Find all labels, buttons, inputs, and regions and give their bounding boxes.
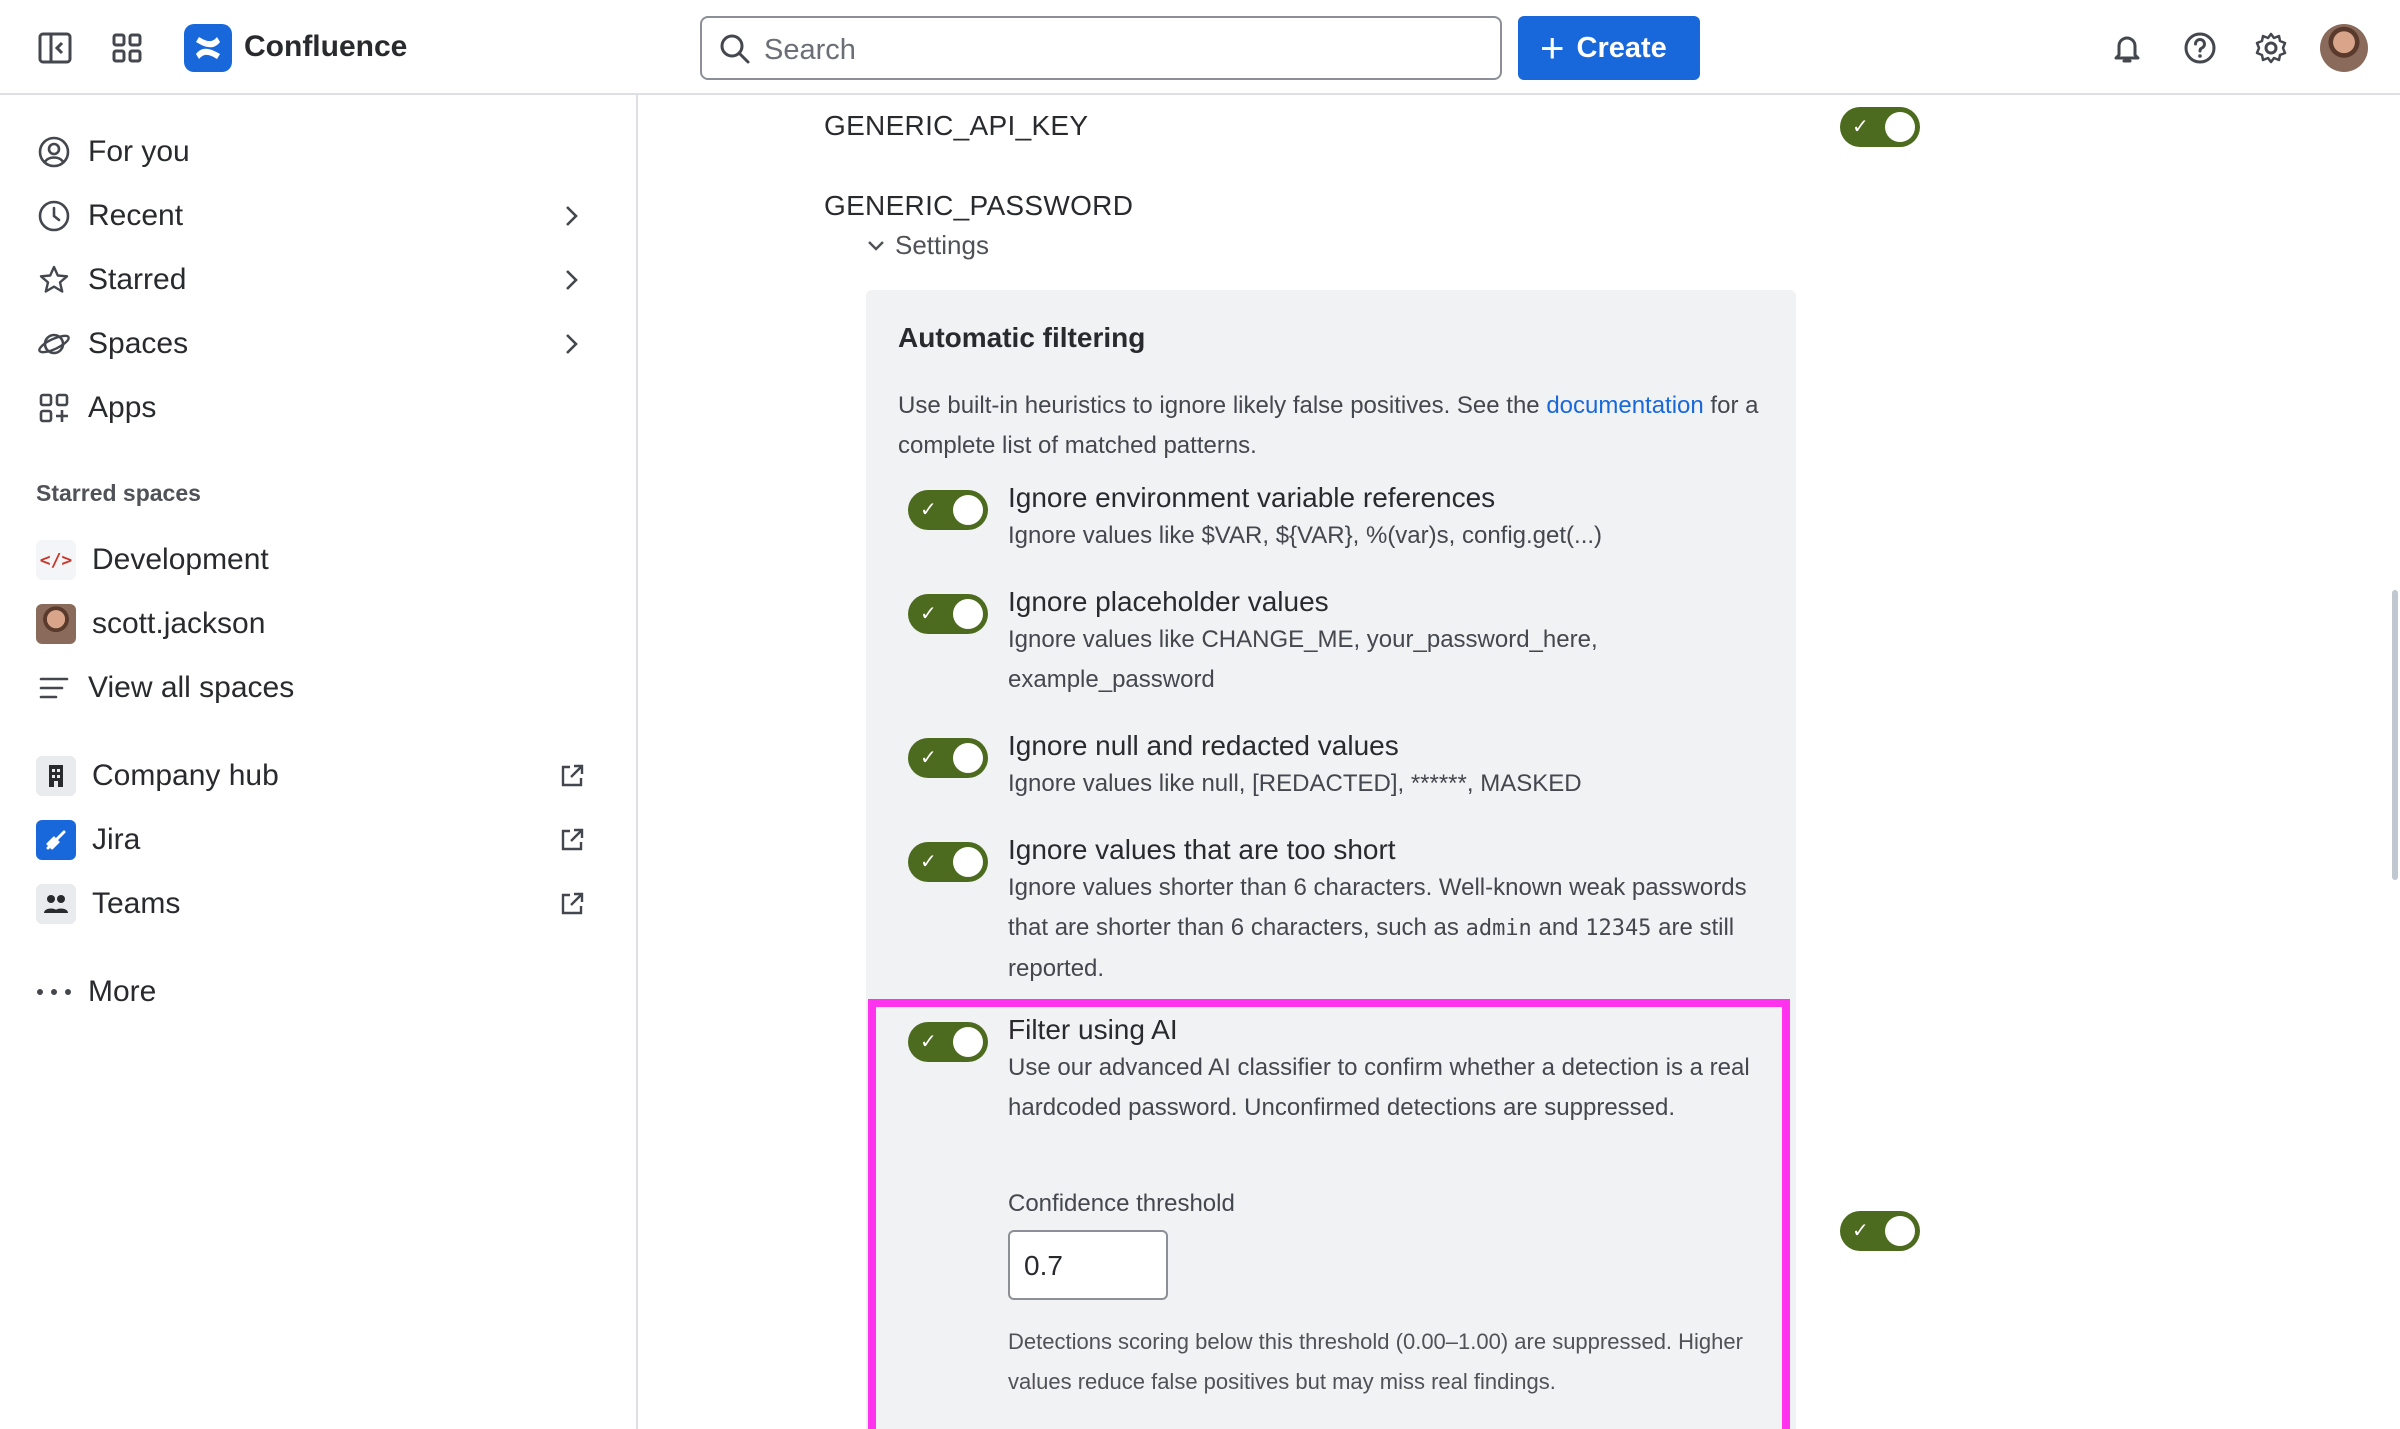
ignore-short-values-toggle[interactable]: ✓ xyxy=(908,842,988,882)
teams-people-icon xyxy=(36,884,76,924)
check-icon: ✓ xyxy=(920,747,937,769)
space-avatar xyxy=(36,604,76,644)
top-navigation-bar: Confluence Search + Create xyxy=(0,0,2400,95)
external-link-icon xyxy=(558,762,586,795)
sidebar-item-label: More xyxy=(88,975,157,1008)
person-circle-icon xyxy=(36,134,72,170)
notifications-bell-icon[interactable] xyxy=(2104,25,2150,71)
panel-title: Automatic filtering xyxy=(898,322,1146,353)
search-input[interactable]: Search xyxy=(700,16,1502,80)
option-title: Ignore null and redacted values xyxy=(1008,730,1399,761)
sidebar-item-label: scott.jackson xyxy=(92,607,266,640)
search-icon xyxy=(718,32,752,71)
sidebar-item-starred[interactable]: Starred xyxy=(36,255,596,305)
ignore-null-redacted-toggle[interactable]: ✓ xyxy=(908,738,988,778)
chevron-right-icon[interactable] xyxy=(556,329,586,364)
detector-name-generic-password: GENERIC_PASSWORD xyxy=(824,190,1134,221)
check-icon: ✓ xyxy=(1852,116,1869,138)
sidebar-item-label: Teams xyxy=(92,887,181,920)
sidebar-item-label: Jira xyxy=(92,823,141,856)
inline-code: admin xyxy=(1465,916,1532,941)
option-title: Ignore placeholder values xyxy=(1008,586,1329,617)
sidebar-space-development[interactable]: </> Development xyxy=(36,535,596,585)
sidebar-space-personal[interactable]: scott.jackson xyxy=(36,599,596,649)
code-icon: </> xyxy=(36,540,76,580)
option-description: Ignore values shorter than 6 characters.… xyxy=(1008,874,1747,982)
sidebar-item-label: View all spaces xyxy=(88,671,295,704)
app-title[interactable]: Confluence xyxy=(244,30,407,64)
sidebar-item-for-you[interactable]: For you xyxy=(36,127,596,177)
user-avatar[interactable] xyxy=(2320,24,2368,72)
building-icon xyxy=(36,756,76,796)
sidebar-toggle-icon[interactable] xyxy=(32,25,78,71)
sidebar-item-spaces[interactable]: Spaces xyxy=(36,319,596,369)
highlight-annotation-box xyxy=(868,999,1790,1429)
settings-gear-icon[interactable] xyxy=(2248,25,2294,71)
sidebar-item-label: Starred xyxy=(88,263,187,296)
chevron-down-icon xyxy=(868,240,884,251)
sidebar-app-jira[interactable]: Jira xyxy=(36,815,596,865)
option-ignore-short-values: Ignore values that are too short Ignore … xyxy=(1008,832,1768,989)
ignore-placeholders-toggle[interactable]: ✓ xyxy=(908,594,988,634)
inline-code: 12345 xyxy=(1585,916,1652,941)
option-description: Ignore values like CHANGE_ME, your_passw… xyxy=(1008,626,1598,693)
sidebar-item-label: For you xyxy=(88,135,190,168)
help-icon[interactable] xyxy=(2177,25,2223,71)
sidebar-item-more[interactable]: More xyxy=(36,967,596,1017)
clock-icon xyxy=(36,198,72,234)
generic-password-toggle[interactable]: ✓ xyxy=(1840,1211,1920,1251)
search-placeholder: Search xyxy=(764,34,856,66)
more-dots-icon xyxy=(36,974,72,1010)
sidebar-item-recent[interactable]: Recent xyxy=(36,191,596,241)
sidebar-view-all-spaces[interactable]: View all spaces xyxy=(36,663,596,713)
detector-name-generic-api-key: GENERIC_API_KEY xyxy=(824,110,1089,141)
chevron-right-icon[interactable] xyxy=(556,201,586,236)
settings-expander[interactable]: Settings xyxy=(865,230,989,261)
check-icon: ✓ xyxy=(1852,1220,1869,1242)
settings-expander-label: Settings xyxy=(895,230,989,260)
planet-icon xyxy=(36,326,72,362)
jira-logo-icon xyxy=(36,820,76,860)
generic-api-key-toggle[interactable]: ✓ xyxy=(1840,107,1920,147)
apps-grid-icon xyxy=(36,390,72,426)
create-button-label: Create xyxy=(1576,31,1667,64)
option-ignore-null-redacted: Ignore null and redacted values Ignore v… xyxy=(1008,728,1768,804)
main-content: GENERIC_API_KEY ✓ GENERIC_PASSWORD Setti… xyxy=(640,95,2400,1429)
panel-description: Use built-in heuristics to ignore likely… xyxy=(898,392,1759,459)
check-icon: ✓ xyxy=(920,603,937,625)
page-scrollbar[interactable] xyxy=(2392,590,2398,880)
sidebar-item-label: Spaces xyxy=(88,327,189,360)
chevron-right-icon[interactable] xyxy=(556,265,586,300)
sidebar-item-label: Apps xyxy=(88,391,157,424)
sidebar-item-label: Development xyxy=(92,543,269,576)
sidebar: For you Recent Starred Spaces Apps Starr… xyxy=(0,95,638,1429)
list-icon xyxy=(36,670,72,706)
star-icon xyxy=(36,262,72,298)
plus-icon: + xyxy=(1540,24,1565,71)
external-link-icon xyxy=(558,826,586,859)
option-title: Ignore values that are too short xyxy=(1008,834,1396,865)
documentation-link[interactable]: documentation xyxy=(1546,392,1703,419)
sidebar-app-company-hub[interactable]: Company hub xyxy=(36,751,596,801)
option-description: Ignore values like null, [REDACTED], ***… xyxy=(1008,770,1582,797)
check-icon: ✓ xyxy=(920,851,937,873)
create-button[interactable]: + Create xyxy=(1518,16,1700,80)
option-title: Ignore environment variable references xyxy=(1008,482,1496,513)
option-description: Ignore values like $VAR, ${VAR}, %(var)s… xyxy=(1008,522,1603,549)
sidebar-app-teams[interactable]: Teams xyxy=(36,879,596,929)
sidebar-item-label: Company hub xyxy=(92,759,279,792)
sidebar-item-apps[interactable]: Apps xyxy=(36,383,596,433)
confluence-logo-icon[interactable] xyxy=(184,24,232,72)
sidebar-item-label: Recent xyxy=(88,199,184,232)
option-ignore-env-vars: Ignore environment variable references I… xyxy=(1008,480,1768,556)
starred-spaces-heading: Starred spaces xyxy=(36,480,201,506)
ignore-env-vars-toggle[interactable]: ✓ xyxy=(908,490,988,530)
option-ignore-placeholders: Ignore placeholder values Ignore values … xyxy=(1008,584,1648,700)
check-icon: ✓ xyxy=(920,499,937,521)
app-switcher-icon[interactable] xyxy=(104,25,150,71)
external-link-icon xyxy=(558,890,586,923)
